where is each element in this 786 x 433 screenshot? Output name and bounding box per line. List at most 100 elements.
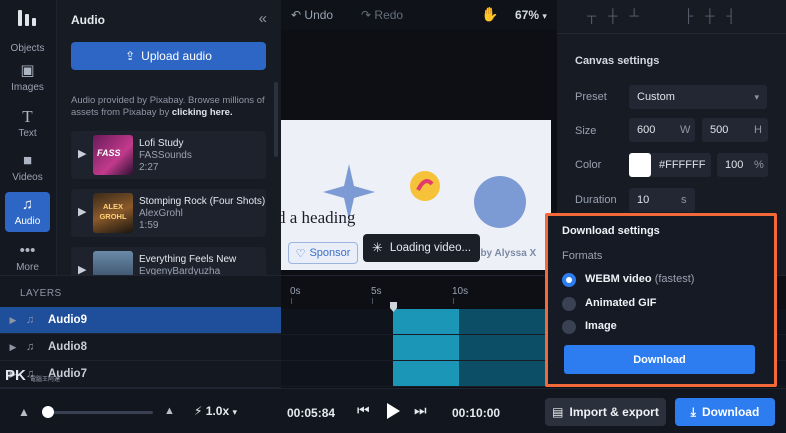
pixabay-link[interactable]: clicking here. xyxy=(172,107,233,118)
chevron-down-icon: ▾ xyxy=(754,91,759,102)
current-time: 00:05:84 xyxy=(287,406,336,420)
audio-track[interactable]: ▶ Everything Feels New EvgenyBardyuzha xyxy=(71,247,266,275)
timeline-zoom-slider[interactable] xyxy=(46,411,153,414)
download-icon: ⤓ xyxy=(690,404,696,419)
watermark-text: 電腦王阿達 xyxy=(30,377,61,383)
track-thumbnail: ALEX GROHL xyxy=(93,193,133,233)
rail-item-label: Videos xyxy=(12,172,43,183)
undo-button[interactable]: ↶ Undo xyxy=(291,8,333,22)
upload-audio-button[interactable]: ⇪ Upload audio xyxy=(71,42,266,70)
zoom-out-mountain-icon[interactable]: ▲ xyxy=(18,405,30,419)
download-settings-popup: Download settings Formats WEBM video (fa… xyxy=(545,213,777,387)
left-rail: Objects ▣ Images T Text ■ Videos ♫ Audio… xyxy=(0,0,57,275)
canvas-heading[interactable]: d a heading xyxy=(281,208,355,228)
app-logo-icon[interactable] xyxy=(17,8,39,28)
play-icon[interactable]: ▶ xyxy=(78,147,86,160)
rail-item-more[interactable]: ••• More xyxy=(5,238,50,278)
option-gif[interactable]: Animated GIF xyxy=(585,297,657,309)
layer-row-audio8[interactable]: ▶ ♫ Audio8 xyxy=(0,334,281,361)
radio-image[interactable] xyxy=(562,320,576,334)
panel-scrollbar[interactable] xyxy=(274,82,278,157)
collapse-panel-icon[interactable]: « xyxy=(259,10,267,27)
track-name: Everything Feels New xyxy=(139,254,237,265)
formats-label: Formats xyxy=(562,250,603,262)
skip-back-icon[interactable]: ⏮ xyxy=(357,402,370,419)
import-export-button[interactable]: ▤ Import & export xyxy=(545,398,666,426)
speed-select[interactable]: ⚡ 1.0x ▾ xyxy=(194,404,237,418)
align-horizontal-icons[interactable]: ├┼┤ xyxy=(684,8,748,23)
undo-icon: ↶ xyxy=(291,8,302,22)
circle-shape[interactable] xyxy=(474,176,526,228)
more-dots-icon: ••• xyxy=(19,242,36,259)
top-toolbar: ↶ Undo ↷ Redo ✋ 67% ▾ xyxy=(281,0,557,30)
audio-clip[interactable] xyxy=(393,335,459,360)
ruler-tick xyxy=(291,298,292,304)
rail-item-videos[interactable]: ■ Videos xyxy=(5,148,50,188)
track-duration: 2:27 xyxy=(139,162,159,173)
audio-panel: Audio « ⇪ Upload audio Audio provided by… xyxy=(57,0,281,275)
play-icon[interactable]: ▶ xyxy=(78,263,86,275)
layer-row-audio9[interactable]: ▶ ♫ Audio9 xyxy=(0,307,281,334)
rail-item-images[interactable]: ▣ Images xyxy=(5,58,50,98)
rail-item-label: Objects xyxy=(10,43,45,54)
color-label: Color xyxy=(575,159,602,171)
track-thumbnail xyxy=(93,251,133,275)
popup-download-button[interactable]: Download xyxy=(564,345,755,374)
save-icon: ▤ xyxy=(552,405,564,419)
music-note-icon: ♫ xyxy=(26,314,35,326)
radio-webm[interactable] xyxy=(562,273,576,287)
rail-item-label: Images xyxy=(11,82,44,93)
size-label: Size xyxy=(575,125,597,137)
zoom-select[interactable]: 67% ▾ xyxy=(515,8,547,22)
align-vertical-icons[interactable]: ┬┼┴ xyxy=(587,8,651,23)
ruler-mark: 5s xyxy=(371,286,382,297)
rail-item-label: Audio xyxy=(14,216,41,227)
color-hex-input[interactable]: #FFFFFF xyxy=(651,153,711,177)
expand-arrow-icon[interactable]: ▶ xyxy=(0,315,26,326)
settings-title: Canvas settings xyxy=(575,55,660,67)
download-button[interactable]: ⤓ Download xyxy=(675,398,775,426)
track-name: Stomping Rock (Four Shots) xyxy=(139,196,266,207)
skip-forward-icon[interactable]: ⏭ xyxy=(414,402,427,419)
option-webm[interactable]: WEBM video (fastest) xyxy=(585,273,694,285)
rail-item-text[interactable]: T Text xyxy=(5,104,50,144)
radio-gif[interactable] xyxy=(562,297,576,311)
pixabay-note: Audio provided by Pixabay. Browse millio… xyxy=(71,95,265,118)
track-artist: FASSounds xyxy=(139,150,192,161)
color-swatch[interactable] xyxy=(629,153,651,177)
expand-arrow-icon[interactable]: ▶ xyxy=(0,342,26,353)
redo-button[interactable]: ↷ Redo xyxy=(361,8,403,22)
zoom-in-mountain-icon[interactable]: ▲ xyxy=(164,405,175,417)
play-icon[interactable]: ▶ xyxy=(78,205,86,218)
layers-title: LAYERS xyxy=(20,288,62,299)
align-bottom-icon[interactable]: ┴ xyxy=(629,8,650,23)
heart-icon: ♡ xyxy=(295,247,306,260)
align-top-icon[interactable]: ┬ xyxy=(587,8,608,23)
width-unit: W xyxy=(680,124,691,136)
loading-toast: ✳ Loading video... xyxy=(363,234,480,262)
rail-item-objects[interactable]: Objects xyxy=(5,32,50,54)
audio-clip[interactable] xyxy=(393,309,459,334)
audio-track[interactable]: ▶ FASS Lofi Study FASSounds 2:27 xyxy=(71,131,266,179)
rail-item-audio[interactable]: ♫ Audio xyxy=(5,192,50,232)
play-icon[interactable] xyxy=(385,402,401,420)
align-middle-icon[interactable]: ┼ xyxy=(608,8,629,23)
panel-title: Audio xyxy=(71,13,105,27)
align-left-icon[interactable]: ├ xyxy=(684,8,705,23)
upload-icon: ⇪ xyxy=(125,49,136,63)
align-center-icon[interactable]: ┼ xyxy=(705,8,726,23)
option-image[interactable]: Image xyxy=(585,320,617,332)
audio-track[interactable]: ▶ ALEX GROHL Stomping Rock (Four Shots) … xyxy=(71,189,266,237)
preset-label: Preset xyxy=(575,91,607,103)
audio-clip[interactable] xyxy=(393,361,459,386)
preset-select[interactable]: Custom ▾ xyxy=(629,85,767,109)
popup-title: Download settings xyxy=(562,225,660,237)
slider-knob[interactable] xyxy=(42,406,55,418)
bottom-bar: ▲ ▲ ⚡ 1.0x ▾ 00:05:84 ⏮ ⏭ 00:10:00 ▤ Imp… xyxy=(0,388,786,433)
ruler-mark: 10s xyxy=(452,286,469,297)
align-right-icon[interactable]: ┤ xyxy=(726,8,747,23)
text-icon: T xyxy=(22,107,33,126)
sponsor-button[interactable]: ♡ Sponsor xyxy=(288,242,358,264)
hand-tool-icon[interactable]: ✋ xyxy=(481,6,498,23)
emoji-sticker[interactable] xyxy=(409,170,441,202)
